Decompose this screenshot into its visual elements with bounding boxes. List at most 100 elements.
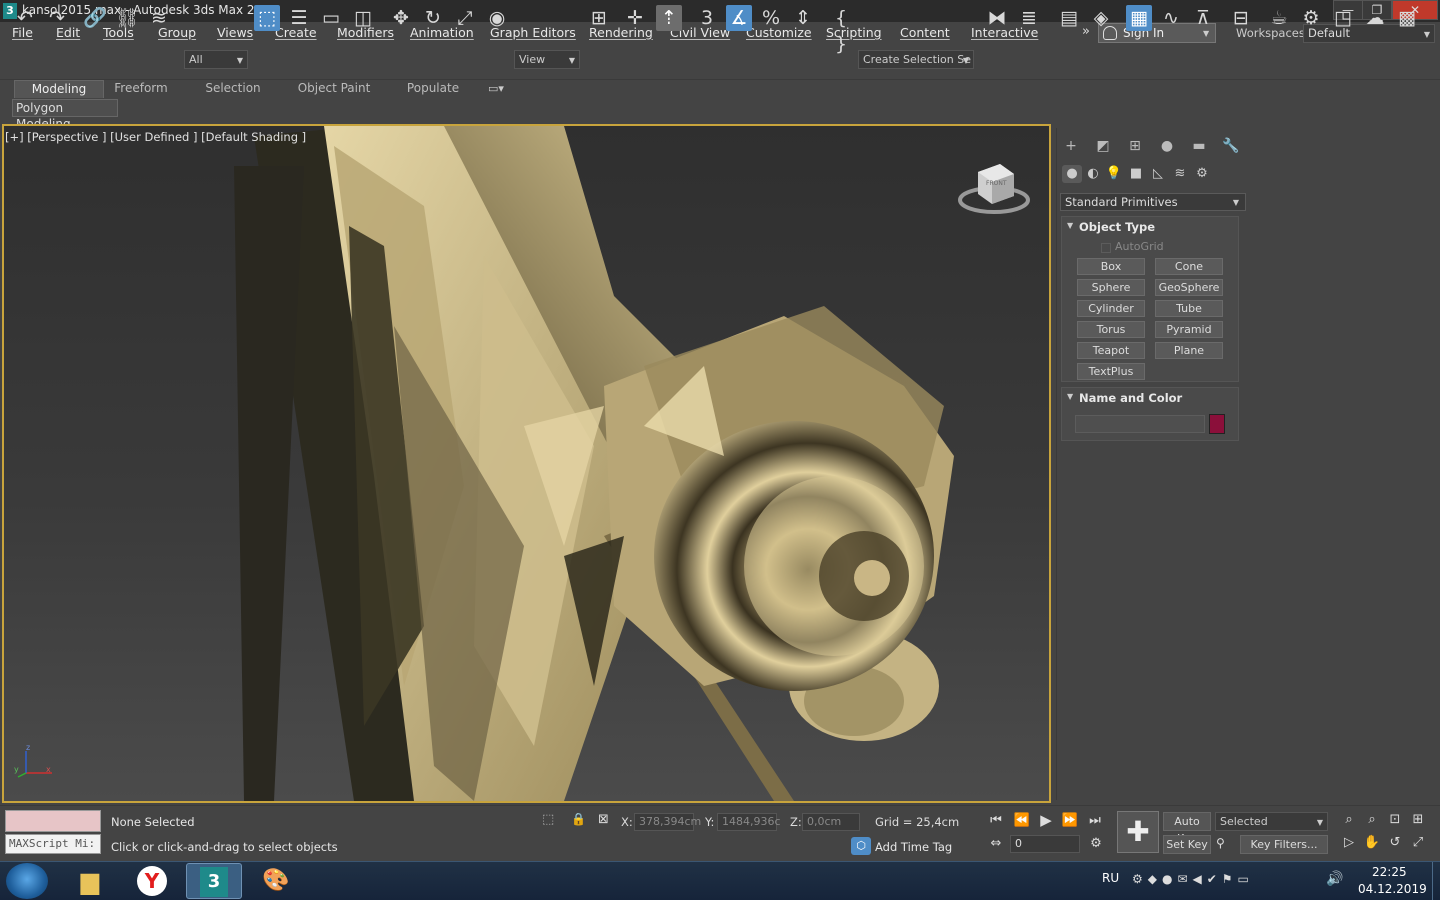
pan-view-icon[interactable]: ✋ — [1363, 835, 1381, 850]
object-type-title[interactable]: Object Type — [1079, 220, 1155, 234]
primitives-category-dropdown[interactable]: Standard Primitives ▼ — [1060, 193, 1246, 211]
menu-content[interactable]: Content — [900, 25, 950, 40]
unlink-icon[interactable]: ⛓ — [114, 5, 140, 31]
pivot-center-icon[interactable]: ⊞ — [586, 5, 612, 31]
cone-button[interactable]: Cone — [1155, 258, 1223, 275]
key-filters-button[interactable]: Key Filters... — [1240, 835, 1328, 854]
mirror-icon[interactable]: ⧓ — [984, 5, 1010, 31]
key-mode-dropdown[interactable]: Selected ▼ — [1215, 812, 1328, 831]
paint-icon[interactable]: 🎨 — [248, 863, 304, 899]
zoom-all-icon[interactable]: ⌕ — [1363, 812, 1381, 827]
start-button[interactable] — [6, 863, 48, 899]
scale-icon[interactable]: ⤢ — [452, 5, 478, 31]
x-coordinate-field[interactable]: 378,394cm — [634, 813, 701, 831]
cylinder-button[interactable]: Cylinder — [1077, 300, 1145, 317]
pyramid-button[interactable]: Pyramid — [1155, 321, 1223, 338]
display-tab-icon[interactable]: ▬ — [1188, 136, 1210, 156]
rotate-icon[interactable]: ↻ — [420, 5, 446, 31]
maxscript-mini-listener[interactable]: MAXScript Mi: — [5, 834, 101, 854]
perspective-viewport[interactable] — [2, 124, 1051, 803]
clock-time[interactable]: 22:25 — [1372, 865, 1407, 879]
selection-filter-dropdown[interactable]: All ▼ — [184, 50, 248, 69]
snaps-toggle-icon[interactable]: 3 — [694, 5, 720, 31]
tab-object-paint[interactable]: Object Paint — [292, 80, 376, 98]
collapse-arrow-icon[interactable]: ▼ — [1067, 392, 1073, 401]
space-warps-icon[interactable]: ≋ — [1170, 165, 1190, 183]
file-explorer-icon[interactable]: ▆ — [62, 863, 118, 899]
zoom-extents-all-icon[interactable]: ⊞ — [1409, 812, 1427, 827]
3ds-max-taskbar-icon[interactable]: 3 — [186, 863, 242, 899]
current-frame-field[interactable]: 0 — [1010, 835, 1080, 853]
isolate-selection-icon[interactable]: ⬚ — [542, 812, 560, 830]
maxscript-listener-output[interactable] — [5, 810, 101, 832]
helpers-icon[interactable]: ◺ — [1148, 165, 1168, 183]
select-manipulate-icon[interactable]: ✛ — [622, 5, 648, 31]
systems-icon[interactable]: ⚙ — [1192, 165, 1212, 183]
move-icon[interactable]: ✥ — [388, 5, 414, 31]
add-time-tag[interactable]: Add Time Tag — [875, 840, 952, 854]
geometry-icon[interactable]: ● — [1062, 165, 1082, 183]
object-color-swatch[interactable] — [1209, 414, 1225, 434]
key-filter-icon[interactable]: ⚲ — [1216, 836, 1234, 854]
go-to-start-icon[interactable]: ⏮ — [986, 813, 1006, 828]
rect-selection-icon[interactable]: ▭ — [318, 5, 344, 31]
lights-icon[interactable]: 💡 — [1104, 165, 1124, 183]
select-by-name-icon[interactable]: ☰ — [286, 5, 312, 31]
sphere-button[interactable]: Sphere — [1077, 279, 1145, 296]
viewport-label[interactable]: [+] [Perspective ] [User Defined ] [Defa… — [5, 130, 306, 144]
torus-button[interactable]: Torus — [1077, 321, 1145, 338]
hierarchy-tab-icon[interactable]: ⊞ — [1124, 136, 1146, 156]
bind-spacewarp-icon[interactable]: ≋ — [146, 5, 172, 31]
render-in-cloud-icon[interactable]: ▩ — [1394, 5, 1420, 31]
menu-views[interactable]: Views — [217, 25, 253, 40]
render-production-icon[interactable]: ☁ — [1362, 5, 1388, 31]
align-icon[interactable]: ≣ — [1016, 5, 1042, 31]
polygon-modeling-panel[interactable]: Polygon Modeling — [12, 99, 118, 131]
orbit-icon[interactable]: ↺ — [1386, 835, 1404, 850]
viewcube[interactable]: FRONT — [956, 160, 1030, 216]
named-selection-sets-dropdown[interactable]: Create Selection Se ▼ — [858, 50, 974, 69]
key-mode-toggle-icon[interactable]: ⇔ — [986, 836, 1006, 851]
render-setup-icon[interactable]: ⚙ — [1298, 5, 1324, 31]
curve-editor-icon[interactable]: ∿ — [1158, 5, 1184, 31]
toggle-ribbon-icon[interactable]: ▦ — [1126, 5, 1152, 31]
angle-snap-icon[interactable]: ∡ — [726, 5, 752, 31]
edit-named-selection-icon[interactable]: { } — [828, 5, 854, 55]
next-frame-icon[interactable]: ⏩ — [1060, 813, 1080, 828]
tube-button[interactable]: Tube — [1155, 300, 1223, 317]
percent-snap-icon[interactable]: % — [758, 5, 784, 31]
redo-icon[interactable]: ↷ — [44, 5, 70, 31]
textplus-button[interactable]: TextPlus — [1077, 363, 1145, 380]
box-button[interactable]: Box — [1077, 258, 1145, 275]
object-name-field[interactable] — [1075, 415, 1205, 433]
select-object-icon[interactable]: ⬚ — [254, 5, 280, 31]
y-coordinate-field[interactable]: 1484,936c — [717, 813, 781, 831]
set-key-button[interactable]: Set Key — [1163, 835, 1211, 854]
scene-explorer-icon[interactable]: ▤ — [1056, 5, 1082, 31]
maximize-viewport-icon[interactable]: ⤢ — [1409, 835, 1427, 850]
tray-icons[interactable]: ⚙◆●✉◀✔⚑▭ — [1132, 872, 1312, 890]
auto-key-button[interactable]: Auto Key — [1163, 812, 1211, 845]
link-icon[interactable]: 🔗 — [82, 5, 108, 31]
rendered-frame-window-icon[interactable]: ◳ — [1330, 5, 1356, 31]
play-icon[interactable]: ▶ — [1036, 811, 1056, 829]
previous-frame-icon[interactable]: ⏪ — [1012, 813, 1032, 828]
field-of-view-icon[interactable]: ▷ — [1340, 835, 1358, 850]
place-icon[interactable]: ◉ — [484, 5, 510, 31]
time-configuration-icon[interactable]: ⚙ — [1086, 836, 1106, 851]
undo-icon[interactable]: ↶ — [12, 5, 38, 31]
dope-sheet-icon[interactable]: ⊼ — [1190, 5, 1216, 31]
shapes-icon[interactable]: ◐ — [1083, 165, 1103, 183]
create-tab-icon[interactable]: + — [1060, 136, 1082, 156]
geosphere-button[interactable]: GeoSphere — [1155, 279, 1223, 296]
tab-populate[interactable]: Populate — [400, 80, 466, 98]
teapot-button[interactable]: Teapot — [1077, 342, 1145, 359]
z-coordinate-field[interactable]: 0,0cm — [802, 813, 860, 831]
reference-coordinate-dropdown[interactable]: View ▼ — [514, 50, 580, 69]
material-editor-icon[interactable]: ☕ — [1266, 5, 1292, 31]
autogrid-checkbox[interactable] — [1101, 243, 1111, 253]
keyboard-shortcut-override-icon[interactable]: ⇡ — [656, 5, 682, 31]
show-desktop-button[interactable] — [1432, 862, 1440, 900]
time-tag-icon[interactable]: ⬡ — [851, 837, 871, 855]
set-key-big-button[interactable]: ✚ — [1117, 811, 1159, 853]
